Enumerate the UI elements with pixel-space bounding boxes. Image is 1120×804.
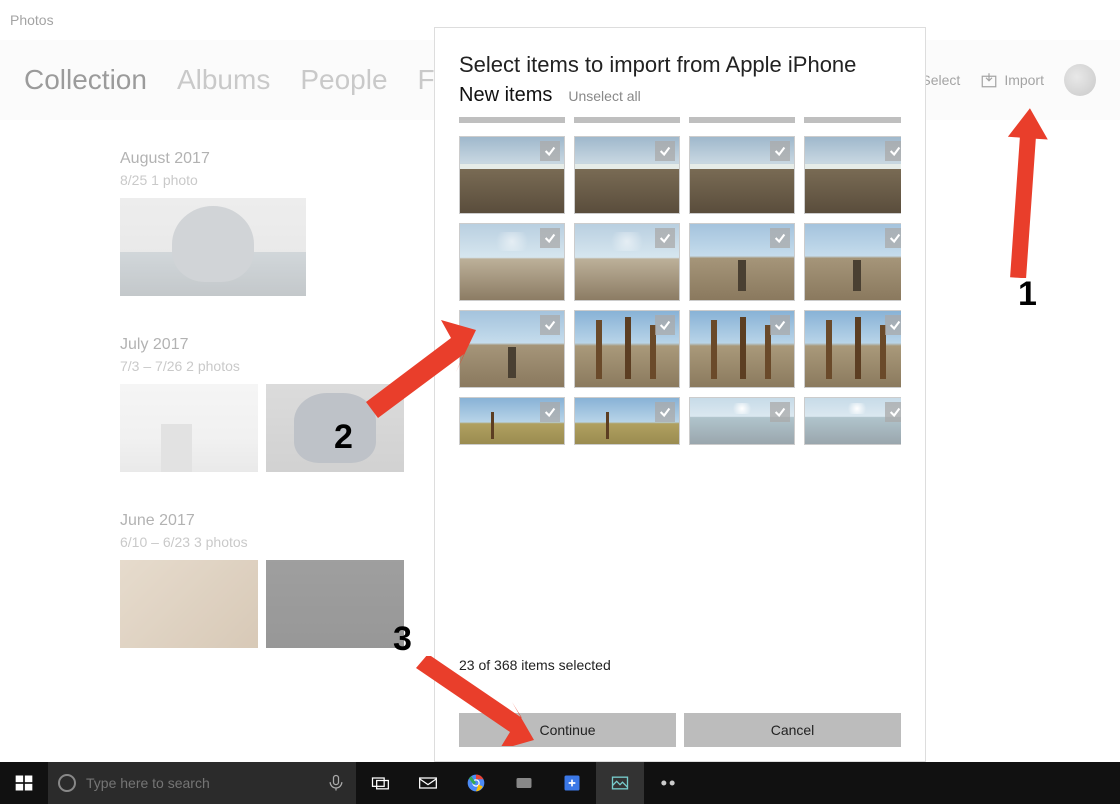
photo-thumb[interactable] [120,560,258,648]
task-view-icon [370,773,390,793]
checkmark-icon [540,228,560,248]
photos-icon [610,773,630,793]
avatar[interactable] [1064,64,1096,96]
mail-icon [418,773,438,793]
import-button[interactable]: Import [980,71,1044,89]
tab-people[interactable]: People [300,64,387,96]
dialog-section-label: New items [459,84,552,107]
import-item[interactable] [804,136,901,214]
import-grid [459,117,901,645]
chrome-icon [466,773,486,793]
taskbar-app-photos[interactable] [596,762,644,804]
photo-thumb[interactable] [120,198,306,296]
import-item[interactable] [574,397,680,445]
checkmark-icon [655,228,675,248]
import-item[interactable] [459,223,565,301]
taskbar-app-generic-1[interactable] [500,762,548,804]
checkmark-icon [540,402,560,422]
import-dialog: Select items to import from Apple iPhone… [434,27,926,762]
import-item[interactable] [459,310,565,388]
photo-thumb[interactable] [120,384,258,472]
task-view-button[interactable] [356,762,404,804]
checkmark-icon [540,141,560,161]
import-item[interactable] [689,310,795,388]
checkmark-icon [885,228,901,248]
start-button[interactable] [0,762,48,804]
microphone-icon[interactable] [326,773,346,793]
tab-collection[interactable]: Collection [24,64,147,96]
checkmark-icon [885,141,901,161]
taskbar-search[interactable] [48,762,356,804]
taskbar-app-mail[interactable] [404,762,452,804]
cancel-button[interactable]: Cancel [684,713,901,747]
checkmark-icon [770,402,790,422]
import-item[interactable] [459,136,565,214]
import-item[interactable] [804,310,901,388]
import-item[interactable] [459,397,565,445]
checkmark-icon [770,228,790,248]
checkmark-icon [770,141,790,161]
import-item[interactable] [574,136,680,214]
app-icon [562,773,582,793]
import-item[interactable] [689,223,795,301]
windows-icon [14,773,34,793]
import-button-label: Import [1004,72,1044,88]
checkmark-icon [655,141,675,161]
photo-thumb[interactable] [266,384,404,472]
taskbar-app-generic-3[interactable] [644,762,692,804]
checkmark-icon [655,315,675,335]
selection-status: 23 of 368 items selected [459,645,901,713]
select-button[interactable]: Select [921,72,960,88]
import-item[interactable] [689,397,795,445]
app-title: Photos [10,12,54,28]
import-icon [980,71,998,89]
continue-button[interactable]: Continue [459,713,676,747]
checkmark-icon [885,315,901,335]
app-icon [658,773,678,793]
cortana-icon [58,774,76,792]
unselect-all-link[interactable]: Unselect all [568,88,640,104]
taskbar-app-generic-2[interactable] [548,762,596,804]
select-button-label: Select [921,72,960,88]
tab-albums[interactable]: Albums [177,64,270,96]
import-item[interactable] [574,223,680,301]
taskbar-app-chrome[interactable] [452,762,500,804]
checkmark-icon [655,402,675,422]
import-item[interactable] [804,397,901,445]
taskbar [0,762,1120,804]
import-item[interactable] [804,223,901,301]
dialog-title: Select items to import from Apple iPhone [459,52,901,78]
checkmark-icon [770,315,790,335]
photo-thumb[interactable] [266,560,404,648]
app-icon [514,773,534,793]
checkmark-icon [540,315,560,335]
import-item[interactable] [574,310,680,388]
import-item[interactable] [689,136,795,214]
checkmark-icon [885,402,901,422]
taskbar-search-input[interactable] [86,775,316,791]
